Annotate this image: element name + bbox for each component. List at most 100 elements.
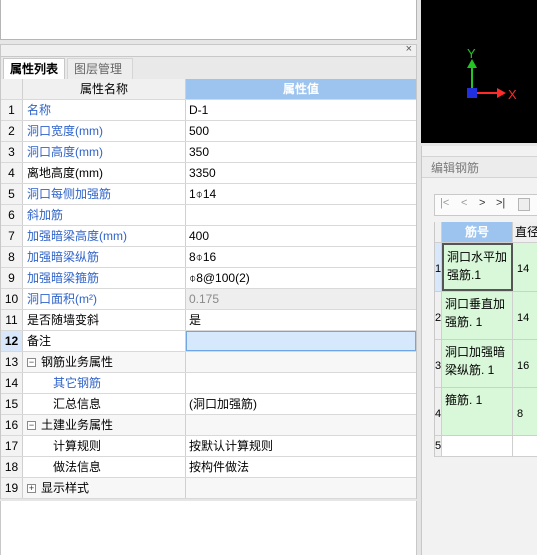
- tab-layer-management[interactable]: 图层管理: [67, 58, 133, 79]
- property-value[interactable]: 是: [186, 310, 416, 330]
- bar-name[interactable]: 洞口垂直加强筋. 1: [442, 292, 513, 339]
- property-value[interactable]: D-1: [186, 100, 416, 120]
- rebar-row-selected[interactable]: 1 洞口水平加强筋.1 14: [435, 243, 537, 292]
- property-name: 汇总信息: [23, 394, 186, 414]
- property-name: 洞口宽度(mm): [23, 121, 186, 141]
- row-number: 19: [1, 478, 23, 498]
- drawing-input-area[interactable]: [0, 0, 417, 40]
- row-number: 11: [1, 310, 23, 330]
- property-value[interactable]: 400: [186, 226, 416, 246]
- property-name: 备注: [23, 331, 186, 351]
- property-group-row[interactable]: 19 + 显示样式: [1, 478, 416, 499]
- row-number: 1: [435, 243, 442, 291]
- property-name: 离地高度(mm): [23, 163, 186, 183]
- property-value[interactable]: 3350: [186, 163, 416, 183]
- bar-name[interactable]: 洞口加强暗梁纵筋. 1: [442, 340, 513, 387]
- bar-name[interactable]: 箍筋. 1: [442, 388, 513, 435]
- insert-icon[interactable]: [518, 198, 530, 211]
- bar-diameter[interactable]: 14: [513, 292, 537, 339]
- property-value[interactable]: 8⌽16: [186, 247, 416, 267]
- expand-icon[interactable]: +: [27, 484, 36, 494]
- next-record-button[interactable]: >: [479, 197, 485, 209]
- collapse-icon[interactable]: −: [27, 358, 36, 368]
- row-number: 10: [1, 289, 23, 309]
- property-group-row[interactable]: 16 − 土建业务属性: [1, 415, 416, 436]
- bar-diameter[interactable]: [513, 436, 537, 456]
- row-number: 17: [1, 436, 23, 456]
- rebar-row[interactable]: 4 箍筋. 1 8: [435, 388, 537, 436]
- group-label: 钢筋业务属性: [41, 355, 114, 369]
- bar-name[interactable]: [442, 436, 513, 456]
- property-name: 是否随墙变斜: [23, 310, 186, 330]
- remark-input[interactable]: [186, 331, 416, 351]
- property-name: 做法信息: [23, 457, 186, 477]
- row-number-header: [435, 222, 442, 242]
- property-panel-header: ×: [0, 43, 417, 57]
- property-value[interactable]: 按构件做法: [186, 457, 416, 477]
- first-record-button[interactable]: |<: [440, 197, 449, 209]
- close-icon[interactable]: ×: [406, 43, 412, 55]
- row-number: 5: [435, 436, 442, 456]
- property-row-selected[interactable]: 12 备注: [1, 331, 416, 352]
- property-row[interactable]: 3 洞口高度(mm) 350: [1, 142, 416, 163]
- last-record-button[interactable]: >|: [496, 197, 505, 209]
- grid-header-row: 属性名称 属性值: [1, 79, 416, 100]
- property-value-readonly: 0.175: [186, 289, 416, 309]
- property-name: 洞口每侧加强筋: [23, 184, 186, 204]
- property-group-row[interactable]: 13 − 钢筋业务属性: [1, 352, 416, 373]
- property-value[interactable]: (洞口加强筋): [186, 394, 416, 414]
- property-value: [186, 352, 416, 372]
- edit-rebar-title: 编辑钢筋: [422, 156, 537, 178]
- property-row[interactable]: 5 洞口每侧加强筋 1⌽14: [1, 184, 416, 205]
- x-axis-label: X: [508, 87, 517, 102]
- tab-property-list[interactable]: 属性列表: [3, 58, 65, 79]
- property-value[interactable]: 500: [186, 121, 416, 141]
- viewport-3d[interactable]: Y X: [421, 0, 537, 143]
- row-number: 18: [1, 457, 23, 477]
- property-value: [186, 478, 416, 498]
- property-row[interactable]: 9 加强暗梁箍筋 ⌽8@100(2): [1, 268, 416, 289]
- property-value[interactable]: 350: [186, 142, 416, 162]
- row-number: 8: [1, 247, 23, 267]
- bar-diameter[interactable]: 16: [513, 340, 537, 387]
- row-number: 3: [1, 142, 23, 162]
- bar-name[interactable]: 洞口水平加强筋.1: [442, 243, 513, 291]
- property-value[interactable]: [186, 373, 416, 393]
- collapse-icon[interactable]: −: [27, 421, 36, 431]
- property-name: 其它钢筋: [23, 373, 186, 393]
- property-row[interactable]: 8 加强暗梁纵筋 8⌽16: [1, 247, 416, 268]
- rebar-table: 筋号 直径 1 洞口水平加强筋.1 14 2 洞口垂直加强筋. 1 14 3 洞…: [434, 222, 537, 457]
- property-row[interactable]: 11 是否随墙变斜 是: [1, 310, 416, 331]
- property-row[interactable]: 18 做法信息 按构件做法: [1, 457, 416, 478]
- property-row[interactable]: 17 计算规则 按默认计算规则: [1, 436, 416, 457]
- property-row[interactable]: 14 其它钢筋: [1, 373, 416, 394]
- group-label: 显示样式: [41, 481, 90, 495]
- prev-record-button[interactable]: <: [461, 197, 467, 209]
- property-row[interactable]: 7 加强暗梁高度(mm) 400: [1, 226, 416, 247]
- property-value[interactable]: 1⌽14: [186, 184, 416, 204]
- property-value[interactable]: ⌽8@100(2): [186, 268, 416, 288]
- property-row[interactable]: 2 洞口宽度(mm) 500: [1, 121, 416, 142]
- property-row: 10 洞口面积(m²) 0.175: [1, 289, 416, 310]
- row-number: 6: [1, 205, 23, 225]
- property-row[interactable]: 1 名称 D-1: [1, 100, 416, 121]
- rebar-row[interactable]: 3 洞口加强暗梁纵筋. 1 16: [435, 340, 537, 388]
- property-name: 洞口面积(m²): [23, 289, 186, 309]
- rebar-header-row: 筋号 直径: [435, 222, 537, 243]
- bar-number-header: 筋号: [442, 222, 513, 242]
- row-number: 4: [1, 163, 23, 183]
- rebar-row[interactable]: 2 洞口垂直加强筋. 1 14: [435, 292, 537, 340]
- property-row[interactable]: 6 斜加筋: [1, 205, 416, 226]
- row-number: 9: [1, 268, 23, 288]
- property-row[interactable]: 15 汇总信息 (洞口加强筋): [1, 394, 416, 415]
- property-row[interactable]: 4 离地高度(mm) 3350: [1, 163, 416, 184]
- row-number: 5: [1, 184, 23, 204]
- diameter-header: 直径: [513, 222, 537, 242]
- bar-diameter[interactable]: 14: [513, 243, 537, 291]
- rebar-row-empty[interactable]: 5: [435, 436, 537, 457]
- row-number: 3: [435, 340, 442, 387]
- bar-diameter[interactable]: 8: [513, 388, 537, 435]
- property-group-name: − 钢筋业务属性: [23, 352, 186, 372]
- property-value[interactable]: [186, 205, 416, 225]
- property-value[interactable]: 按默认计算规则: [186, 436, 416, 456]
